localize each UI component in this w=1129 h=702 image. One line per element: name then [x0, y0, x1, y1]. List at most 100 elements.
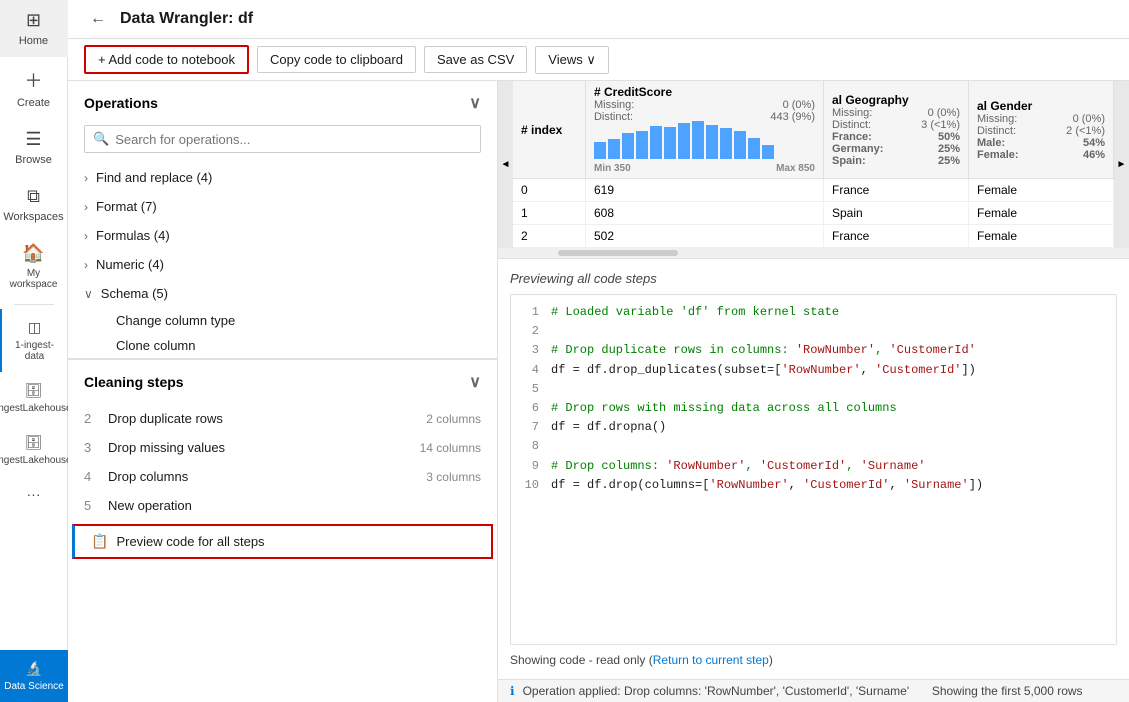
- formulas-label: Formulas (4): [96, 228, 170, 243]
- data-table-area: ◄ # index # CreditScore: [498, 81, 1129, 259]
- cell-gender-0: Female: [968, 179, 1113, 202]
- table-row: 2 502 France Female: [513, 225, 1114, 248]
- hist-bar: [636, 131, 648, 160]
- code-line-6: 6 # Drop rows with missing data across a…: [519, 399, 1108, 418]
- nav-browse[interactable]: ☰ Browse: [0, 119, 68, 176]
- cell-index-2: 2: [513, 225, 585, 248]
- nav-my-workspace-label: My workspace: [4, 268, 64, 290]
- info-icon: ℹ: [510, 684, 515, 698]
- views-label: Views ∨: [548, 52, 596, 68]
- more-icon: ···: [27, 486, 41, 502]
- code-line-9: 9 # Drop columns: 'RowNumber', 'Customer…: [519, 457, 1108, 476]
- nav-sidebar: ⊞ Home ＋ Create ☰ Browse ⧉ Workspaces 🏠 …: [0, 0, 68, 702]
- hist-bar: [664, 127, 676, 159]
- cell-index-1: 1: [513, 202, 585, 225]
- hist-bar: [748, 138, 760, 159]
- hist-bar: [622, 133, 634, 159]
- op-clone-column[interactable]: Clone column: [84, 333, 481, 358]
- cell-gender-1: Female: [968, 202, 1113, 225]
- showing-text: Showing code - read only (Return to curr…: [510, 653, 1117, 667]
- nav-create[interactable]: ＋ Create: [0, 57, 68, 119]
- cleaning-step-2[interactable]: 2 Drop duplicate rows 2 columns: [68, 404, 497, 433]
- code-line-5: 5: [519, 380, 1108, 399]
- code-line-4: 4 df = df.drop_duplicates(subset=['RowNu…: [519, 361, 1108, 380]
- left-panel: Operations ∨ 🔍 › Find and replace (4) › …: [68, 81, 498, 702]
- cell-gender-2: Female: [968, 225, 1113, 248]
- code-block[interactable]: 1 # Loaded variable 'df' from kernel sta…: [510, 294, 1117, 645]
- cell-creditscore-0: 619: [585, 179, 823, 202]
- hist-bar: [734, 131, 746, 159]
- hist-bar: [720, 128, 732, 159]
- nav-browse-label: Browse: [15, 154, 52, 166]
- nav-1-ingest-data[interactable]: ◫ 1-ingest-data: [0, 309, 68, 372]
- copy-clipboard-button[interactable]: Copy code to clipboard: [257, 46, 416, 73]
- nav-my-workspace[interactable]: 🏠 My workspace: [0, 233, 68, 300]
- save-csv-label: Save as CSV: [437, 52, 514, 67]
- op-group-formulas[interactable]: › Formulas (4): [84, 221, 481, 250]
- add-code-notebook-button[interactable]: + Add code to notebook: [84, 45, 249, 74]
- save-csv-button[interactable]: Save as CSV: [424, 46, 527, 73]
- home-icon: ⊞: [26, 10, 41, 31]
- code-preview-area: Previewing all code steps 1 # Loaded var…: [498, 259, 1129, 679]
- op-group-format[interactable]: › Format (7): [84, 192, 481, 221]
- nav-data-science-label: Data Science: [4, 681, 63, 692]
- cell-geography-1: Spain: [824, 202, 969, 225]
- nav-data-science[interactable]: 🔬 Data Science: [0, 650, 68, 702]
- cleaning-section: Cleaning steps ∨ 2 Drop duplicate rows 2…: [68, 359, 497, 702]
- step-3-label: Drop missing values: [108, 440, 412, 455]
- op-group-schema[interactable]: ∨ Schema (5): [84, 279, 481, 308]
- col-index-name: index: [531, 123, 562, 137]
- operations-search-input[interactable]: [115, 132, 472, 147]
- return-to-current-step-link[interactable]: Return to current step: [653, 653, 769, 667]
- lakehouse-2-icon: 🗄: [25, 434, 43, 451]
- hist-bar: [650, 126, 662, 159]
- hist-bar: [692, 121, 704, 159]
- ingest-data-icon: ◫: [28, 319, 41, 336]
- preview-code-button[interactable]: 📋 Preview code for all steps: [75, 526, 491, 557]
- nav-more[interactable]: ···: [0, 476, 68, 512]
- nav-ingest-lakehouse-2[interactable]: 🗄 IngestLakehouse: [0, 424, 68, 476]
- op-group-find-replace[interactable]: › Find and replace (4): [84, 163, 481, 192]
- step-3-num: 3: [84, 440, 100, 455]
- copy-clipboard-label: Copy code to clipboard: [270, 52, 403, 67]
- nav-home[interactable]: ⊞ Home: [0, 0, 68, 57]
- geography-stats: France:50% Germany:25% Spain:25%: [832, 131, 960, 167]
- cleaning-steps-chevron[interactable]: ∨: [469, 372, 481, 392]
- code-line-7: 7 df = df.dropna(): [519, 418, 1108, 437]
- cell-index-0: 0: [513, 179, 585, 202]
- main-area: ← Data Wrangler: df + Add code to notebo…: [68, 0, 1129, 702]
- hist-bar: [706, 125, 718, 159]
- formulas-chevron: ›: [84, 229, 88, 243]
- cell-creditscore-1: 608: [585, 202, 823, 225]
- numeric-label: Numeric (4): [96, 257, 164, 272]
- table-scroll-left-btn[interactable]: ◄: [498, 81, 513, 248]
- back-button[interactable]: ←: [84, 8, 112, 30]
- cleaning-steps-header: Cleaning steps ∨: [68, 360, 497, 404]
- operations-search-box[interactable]: 🔍: [84, 125, 481, 153]
- hist-bar: [762, 145, 774, 159]
- nav-ingest-lakehouse-1[interactable]: 🗄 IngestLakehouse: [0, 372, 68, 424]
- rows-info: Showing the first 5,000 rows: [932, 684, 1083, 698]
- cleaning-step-4[interactable]: 4 Drop columns 3 columns: [68, 462, 497, 491]
- nav-create-label: Create: [17, 97, 50, 109]
- format-label: Format (7): [96, 199, 157, 214]
- views-button[interactable]: Views ∨: [535, 46, 609, 74]
- op-group-numeric[interactable]: › Numeric (4): [84, 250, 481, 279]
- nav-workspaces[interactable]: ⧉ Workspaces: [0, 176, 68, 233]
- step-5-label: New operation: [108, 498, 481, 513]
- table-scroll-right-btn[interactable]: ►: [1114, 81, 1129, 248]
- operations-collapse-chevron[interactable]: ∨: [469, 93, 481, 113]
- op-change-column-type[interactable]: Change column type: [84, 308, 481, 333]
- cleaning-step-5[interactable]: 5 New operation: [68, 491, 497, 520]
- cleaning-step-3[interactable]: 3 Drop missing values 14 columns: [68, 433, 497, 462]
- numeric-chevron: ›: [84, 258, 88, 272]
- data-table: # index # CreditScore Missing:0 (0%) Dis…: [513, 81, 1114, 248]
- data-science-icon: 🔬: [25, 660, 42, 677]
- code-line-3: 3 # Drop duplicate rows in columns: 'Row…: [519, 341, 1108, 360]
- schema-label: Schema (5): [101, 286, 168, 301]
- col-header-index: # index: [513, 81, 585, 179]
- hist-bar: [608, 139, 620, 159]
- page-title: Data Wrangler: df: [120, 10, 253, 28]
- status-bar: ℹ Operation applied: Drop columns: 'RowN…: [498, 679, 1129, 702]
- add-notebook-label: + Add code to notebook: [98, 52, 235, 67]
